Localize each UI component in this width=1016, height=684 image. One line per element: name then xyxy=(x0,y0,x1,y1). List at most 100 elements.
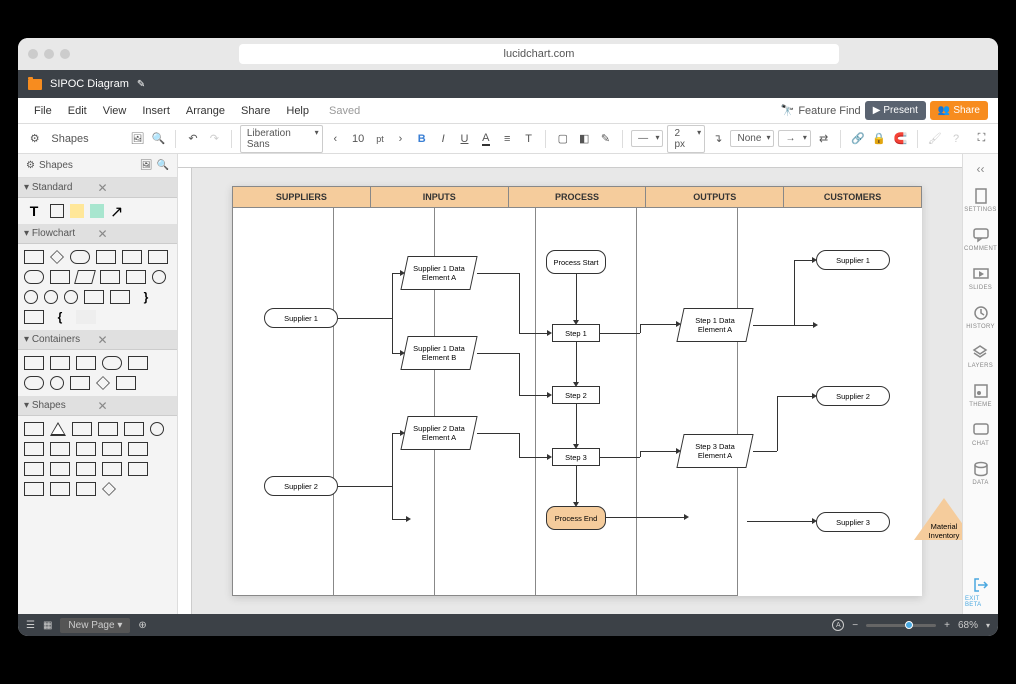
undo-button[interactable]: ↶ xyxy=(184,129,201,149)
shape-note[interactable] xyxy=(70,204,84,218)
font-size[interactable]: 10 xyxy=(348,133,368,145)
shape-triangle[interactable] xyxy=(50,422,66,436)
menu-arrange[interactable]: Arrange xyxy=(180,101,231,121)
shape-hex[interactable] xyxy=(124,422,144,436)
col-suppliers[interactable]: SUPPLIERS xyxy=(232,186,371,208)
folder-icon[interactable] xyxy=(28,79,42,90)
node-customer-3[interactable]: Supplier 3 xyxy=(816,512,890,532)
shape-or[interactable] xyxy=(24,290,38,304)
line-end-select[interactable]: → xyxy=(778,130,810,147)
new-page-button[interactable]: New Page ▾ xyxy=(60,618,130,633)
shape-cloud[interactable] xyxy=(50,442,70,456)
node-step3[interactable]: Step 3 xyxy=(552,448,600,466)
shapes-label[interactable]: Shapes xyxy=(47,133,92,145)
rail-chat[interactable]: CHAT xyxy=(970,416,991,453)
menu-share[interactable]: Share xyxy=(235,101,276,121)
shape-terminator[interactable] xyxy=(70,250,90,264)
text-format-button[interactable]: T xyxy=(520,129,537,149)
close-icon[interactable]: ✕ xyxy=(98,399,172,413)
grid-view-icon[interactable]: ▦ xyxy=(43,620,52,631)
align-button[interactable]: ≡ xyxy=(499,129,516,149)
node-process-start[interactable]: Process Start xyxy=(546,250,606,274)
italic-button[interactable]: I xyxy=(434,129,451,149)
rail-layers[interactable]: LAYERS xyxy=(966,338,995,375)
node-output-3[interactable]: Step 3 Data Element A xyxy=(676,434,753,468)
zoom-in-button[interactable]: + xyxy=(944,620,950,631)
shape-display[interactable] xyxy=(126,270,146,284)
add-page-icon[interactable]: ⊕ xyxy=(138,620,146,631)
shape-brace-r[interactable]: } xyxy=(136,290,156,304)
shape-cross[interactable] xyxy=(24,442,44,456)
shape-rhomb[interactable] xyxy=(102,482,116,496)
font-size-decrease[interactable]: ‹ xyxy=(327,129,344,149)
gear-icon[interactable]: ⚙ xyxy=(26,160,35,171)
col-customers[interactable]: CUSTOMERS xyxy=(784,186,922,208)
shape-pill[interactable] xyxy=(102,356,122,370)
shape-s16[interactable] xyxy=(128,462,148,476)
window-controls[interactable] xyxy=(28,49,70,59)
shape-terminal2[interactable] xyxy=(24,270,44,284)
list-view-icon[interactable]: ☰ xyxy=(26,620,35,631)
search-icon[interactable]: 🔍 xyxy=(157,160,169,171)
font-select[interactable]: Liberation Sans xyxy=(240,125,323,153)
shape-text[interactable]: T xyxy=(24,204,44,218)
fill-button[interactable]: ▢ xyxy=(554,129,571,149)
target-icon[interactable]: A xyxy=(832,619,844,631)
zoom-level[interactable]: 68% xyxy=(958,620,978,631)
line-style-select[interactable]: — xyxy=(631,130,663,147)
shape-hexagon[interactable] xyxy=(50,270,70,284)
close-icon[interactable]: ✕ xyxy=(98,181,172,195)
menu-view[interactable]: View xyxy=(97,101,133,121)
shape-s1[interactable] xyxy=(24,422,44,436)
shape-frame[interactable] xyxy=(128,356,148,370)
shape-swimlane-v[interactable] xyxy=(24,356,44,370)
node-customer-2[interactable]: Supplier 2 xyxy=(816,386,890,406)
image-icon[interactable]: 🖼 xyxy=(140,160,153,171)
rail-settings[interactable]: SETTINGS xyxy=(962,182,998,219)
node-input-b[interactable]: Supplier 1 Data Element B xyxy=(400,336,477,370)
close-icon[interactable]: ✕ xyxy=(98,227,172,241)
url-bar[interactable]: lucidchart.com xyxy=(239,44,839,64)
chevron-down-icon[interactable]: ▾ xyxy=(986,621,990,630)
shape-parallelogram[interactable] xyxy=(74,270,96,284)
shape-circle-c[interactable] xyxy=(50,376,64,390)
fullscreen-button[interactable]: ⛶ xyxy=(973,129,990,149)
zoom-slider[interactable] xyxy=(866,624,936,627)
shape-pentagon[interactable] xyxy=(98,422,118,436)
shape-data[interactable] xyxy=(148,250,168,264)
rail-exit-beta[interactable]: EXIT BETA xyxy=(963,571,998,614)
image-icon[interactable]: 🖼 xyxy=(129,129,146,149)
shape-star4[interactable] xyxy=(24,482,44,496)
shape-merge[interactable] xyxy=(110,290,130,304)
node-input-inventory[interactable]: Material Inventory xyxy=(914,498,962,540)
panel-flowchart[interactable]: ▾ Flowchart✕ xyxy=(18,224,177,244)
shape-note2[interactable] xyxy=(24,310,44,324)
line-width-select[interactable]: 2 px xyxy=(667,125,705,153)
rail-theme[interactable]: THEME xyxy=(967,377,994,414)
shape-oct[interactable] xyxy=(150,422,164,436)
shape-lr[interactable] xyxy=(50,462,70,476)
menu-insert[interactable]: Insert xyxy=(136,101,176,121)
rail-comment[interactable]: COMMENT xyxy=(962,221,998,258)
shape-storage[interactable] xyxy=(100,270,120,284)
node-output-1[interactable]: Step 1 Data Element A xyxy=(676,308,753,342)
rail-collapse[interactable]: ‹‹ xyxy=(973,158,989,180)
panel-shapes[interactable]: ▾ Shapes✕ xyxy=(18,396,177,416)
shape-predefined[interactable] xyxy=(96,250,116,264)
shape-star6[interactable] xyxy=(76,482,96,496)
lock-button[interactable]: 🔒 xyxy=(870,129,887,149)
format-paint-button[interactable]: 🖌 xyxy=(926,129,943,149)
col-outputs[interactable]: OUTPUTS xyxy=(646,186,784,208)
menu-file[interactable]: File xyxy=(28,101,58,121)
shape-square[interactable] xyxy=(50,204,64,218)
font-color-button[interactable]: A xyxy=(477,129,494,149)
link-button[interactable]: 🔗 xyxy=(849,129,866,149)
menu-edit[interactable]: Edit xyxy=(62,101,93,121)
shape-ra[interactable] xyxy=(76,442,96,456)
shape-star5[interactable] xyxy=(50,482,70,496)
shape-process[interactable] xyxy=(24,250,44,264)
magnet-button[interactable]: 🧲 xyxy=(892,129,909,149)
shape-diamond-c[interactable] xyxy=(96,376,110,390)
node-supplier1[interactable]: Supplier 1 xyxy=(264,308,338,328)
shape-summing[interactable] xyxy=(44,290,58,304)
